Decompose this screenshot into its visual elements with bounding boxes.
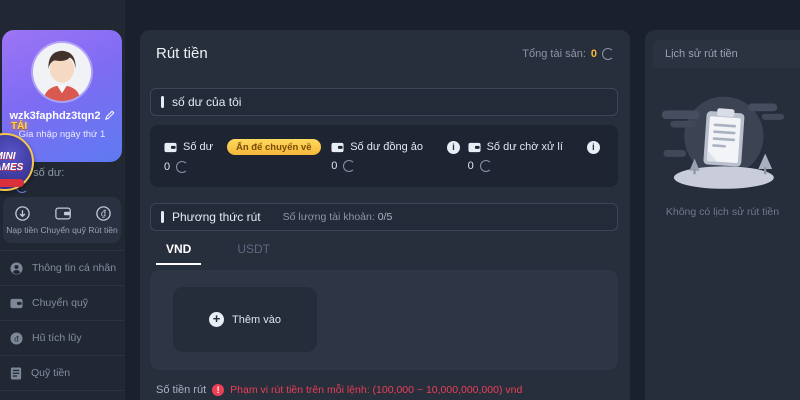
balance-card-virtual: Số dư đồng ảo 0: [331, 125, 467, 187]
method-section-title: Phương thức rút: [172, 210, 261, 224]
account-count-label: Số lượng tài khoản:: [283, 211, 375, 223]
main-panel: Rút tiền Tổng tài sản: 0 số dư của tôi S…: [140, 30, 630, 400]
tab-vnd[interactable]: VND: [156, 238, 201, 260]
currency-tabs: VND USDT: [156, 238, 280, 260]
account-count-value: 0/5: [378, 211, 393, 223]
add-account-label: Thêm vào: [232, 314, 281, 326]
tab-usdt[interactable]: USDT: [227, 238, 280, 260]
balance-value: 0: [164, 161, 170, 173]
balance-card-main: Số dư Ấn để chuyển về 0: [164, 125, 331, 187]
history-header: Lịch sử rút tiền: [653, 40, 800, 68]
badge-ribbon: [0, 179, 24, 187]
deposit-action[interactable]: Nạp tiền: [6, 205, 38, 235]
menu-label: Chuyển quỹ: [32, 297, 88, 309]
wallet-icon: [164, 142, 177, 153]
empty-history-text: Không có lịch sử rút tiền: [645, 206, 800, 218]
balance-label: Số dư: [183, 141, 213, 153]
menu-label: Thông tin cá nhân: [32, 262, 116, 274]
transfer-back-button[interactable]: Ấn để chuyển về: [227, 139, 321, 155]
withdraw-icon: ₫: [95, 205, 112, 222]
balance-section-title: số dư của tôi: [172, 95, 241, 109]
quick-actions: Nạp tiền Chuyển quỹ ₫ Rút tiền: [3, 197, 121, 243]
add-account-button[interactable]: Thêm vào: [173, 287, 317, 352]
menu-label: Hũ tích lũy: [32, 332, 82, 344]
refresh-icon[interactable]: [602, 48, 614, 60]
transfer-label: Chuyển quỹ: [40, 225, 85, 235]
info-icon[interactable]: [587, 141, 600, 154]
history-title: Lịch sử rút tiền: [665, 48, 738, 60]
sidebar-item-jackpot[interactable]: đ Hũ tích lũy: [0, 321, 125, 356]
balance-cards: Số dư Ấn để chuyển về 0 Số dư đồng ảo 0: [150, 125, 618, 187]
jar-icon: đ: [10, 332, 23, 345]
sidebar-item-profile[interactable]: Thông tin cá nhân: [0, 251, 125, 286]
wallet-icon: [468, 142, 481, 153]
refresh-icon[interactable]: [343, 160, 355, 172]
total-assets-label: Tổng tài sản:: [522, 48, 586, 60]
transfer-icon: [55, 205, 72, 222]
svg-text:đ: đ: [14, 334, 19, 343]
avatar: [33, 43, 91, 101]
card-icon: [10, 298, 23, 309]
menu-label: Quỹ tiền: [31, 367, 70, 379]
sidebar-menu: Thông tin cá nhân Chuyển quỹ đ Hũ tích l…: [0, 250, 125, 391]
method-section-header: Phương thức rút Số lượng tài khoản: 0/5: [150, 203, 618, 231]
account-count: Số lượng tài khoản: 0/5: [283, 211, 393, 223]
withdraw-methods-panel: Thêm vào: [150, 270, 618, 370]
svg-text:₫: ₫: [100, 210, 106, 220]
page-title: Rút tiền: [156, 45, 208, 62]
deposit-label: Nạp tiền: [6, 225, 38, 235]
mini-games-badge[interactable]: MINI GAMES: [0, 133, 34, 191]
avatar-illustration: [33, 43, 91, 101]
withdraw-label: Rút tiền: [88, 225, 117, 235]
total-assets-value: 0: [591, 48, 597, 60]
balance-label: Số dư chờ xử lí: [487, 141, 563, 153]
withdrawal-page: wzk3faphdz3tqn2 Gia nhập ngày thứ 1 TẢI …: [0, 0, 800, 400]
balance-label: Số dư đồng ảo: [350, 141, 423, 153]
empty-history-illustration: [657, 88, 789, 200]
fund-icon: [10, 367, 22, 380]
balance-value: 0: [468, 160, 474, 172]
sidebar: wzk3faphdz3tqn2 Gia nhập ngày thứ 1 TẢI …: [0, 0, 125, 400]
accent-bar: [161, 211, 164, 223]
amount-label: Số tiền rút: [156, 384, 206, 396]
badge-line2: GAMES: [0, 162, 23, 173]
accent-bar: [161, 96, 164, 108]
history-panel: Lịch sử rút tiền Không có lịch s: [645, 30, 800, 400]
warning-icon: [212, 384, 224, 396]
wallet-icon: [331, 142, 344, 153]
edit-username-icon[interactable]: [105, 110, 115, 123]
deposit-icon: [14, 205, 31, 222]
plus-icon: [209, 312, 224, 327]
download-label[interactable]: TẢI: [11, 121, 27, 132]
badge-line1: MINI: [0, 151, 16, 162]
sidebar-item-funds[interactable]: Quỹ tiền: [0, 356, 125, 391]
sidebar-item-transfer[interactable]: Chuyển quỹ: [0, 286, 125, 321]
withdraw-amount-row: Số tiền rút Phạm vi rút tiền trên mỗi lệ…: [156, 384, 522, 396]
user-icon: [10, 262, 23, 275]
refresh-icon[interactable]: [176, 161, 188, 173]
total-assets-row: Tổng tài sản: 0: [522, 48, 614, 60]
refresh-icon[interactable]: [480, 160, 492, 172]
balance-value: 0: [331, 160, 337, 172]
transfer-action[interactable]: Chuyển quỹ: [40, 205, 85, 235]
amount-warning-text: Phạm vi rút tiền trên mỗi lệnh: (100,000…: [230, 384, 522, 396]
withdraw-action[interactable]: ₫ Rút tiền: [88, 205, 117, 235]
balance-section-header: số dư của tôi: [150, 88, 618, 116]
profile-card: wzk3faphdz3tqn2 Gia nhập ngày thứ 1 TẢI …: [2, 30, 122, 162]
balance-card-pending: Số dư chờ xử lí 0: [468, 125, 604, 187]
info-icon[interactable]: [447, 141, 460, 154]
